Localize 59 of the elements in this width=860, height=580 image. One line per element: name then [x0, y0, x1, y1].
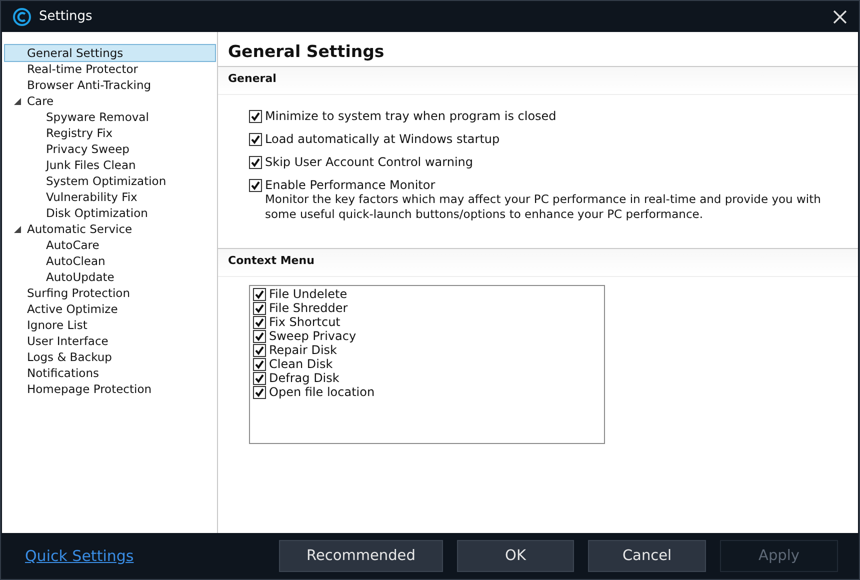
sidebar-item[interactable]: Spyware Removal — [4, 108, 216, 126]
checkbox[interactable] — [249, 110, 262, 122]
list-item-label: Fix Shortcut — [269, 315, 340, 329]
checkbox[interactable] — [253, 330, 266, 342]
list-item-label: Defrag Disk — [269, 371, 340, 385]
close-icon[interactable] — [833, 10, 847, 24]
sidebar-item[interactable]: User Interface — [4, 332, 216, 350]
sidebar-item[interactable]: AutoUpdate — [4, 268, 216, 286]
section-heading: General — [218, 67, 858, 95]
option-description: Monitor the key factors which may affect your PC performance in real-time and provide you with some useful quick-launch buttons/options to enhance your PC performance. — [265, 192, 822, 222]
checkbox[interactable] — [249, 178, 262, 192]
sidebar-item[interactable]: AutoCare — [4, 236, 216, 254]
sidebar-item[interactable]: Care — [4, 92, 216, 110]
sidebar-item[interactable]: Vulnerability Fix — [4, 188, 216, 206]
sidebar-item[interactable]: Registry Fix — [4, 124, 216, 142]
checkbox[interactable] — [249, 132, 262, 146]
option-label: Load automatically at Windows startup — [265, 132, 500, 146]
sidebar-item[interactable]: AutoClean — [4, 252, 216, 270]
sidebar-item[interactable]: Notifications — [4, 364, 216, 382]
sidebar-item[interactable]: General Settings — [4, 44, 216, 62]
list-item-label: Repair Disk — [269, 343, 338, 357]
expanded-triangle-icon[interactable] — [14, 98, 21, 105]
checkbox[interactable] — [253, 288, 266, 300]
window-title: Settings — [39, 9, 94, 24]
sidebar-item[interactable]: Automatic Service — [4, 220, 216, 238]
list-item-label: File Shredder — [269, 301, 348, 315]
expanded-triangle-icon[interactable] — [14, 226, 21, 233]
list-item-label: Clean Disk — [269, 357, 333, 371]
list-item-label: Open file location — [269, 385, 375, 399]
recommended-button[interactable]: Recommended — [279, 540, 443, 572]
checkbox[interactable] — [253, 344, 266, 356]
quick-settings-link[interactable]: Quick Settings — [25, 547, 265, 565]
list-item-label: File Undelete — [269, 287, 348, 301]
sidebar-item[interactable]: Privacy Sweep — [4, 140, 216, 158]
sidebar-item[interactable]: System Optimization — [4, 172, 216, 190]
sidebar-item[interactable]: Logs & Backup — [4, 348, 216, 366]
checkbox[interactable] — [253, 372, 266, 384]
option-label: Minimize to system tray when program is closed — [265, 109, 556, 123]
checkbox[interactable] — [253, 386, 266, 398]
option-label: Skip User Account Control warning — [265, 155, 474, 169]
app-logo-icon — [13, 8, 31, 26]
sidebar-item[interactable]: Homepage Protection — [4, 380, 216, 398]
option-label: Enable Performance Monitor — [265, 178, 436, 192]
checkbox[interactable] — [253, 316, 266, 328]
sidebar-item[interactable]: Ignore List — [4, 316, 216, 334]
page-title: General Settings — [227, 41, 386, 63]
sidebar-item[interactable]: Disk Optimization — [4, 204, 216, 222]
sidebar-item[interactable]: Junk Files Clean — [4, 156, 216, 174]
sidebar-item[interactable]: Surfing Protection — [4, 284, 216, 302]
sidebar-item[interactable]: Real-time Protector — [4, 60, 216, 78]
ok-button[interactable]: OK — [457, 540, 574, 572]
cancel-button[interactable]: Cancel — [588, 540, 706, 572]
sidebar-item[interactable]: Browser Anti-Tracking — [4, 76, 216, 94]
checkbox[interactable] — [253, 302, 266, 314]
sidebar-item[interactable]: Active Optimize — [4, 300, 216, 318]
checkbox[interactable] — [249, 156, 262, 168]
section-heading: Context Menu — [218, 249, 858, 277]
list-item-label: Sweep Privacy — [269, 329, 356, 343]
checkbox[interactable] — [253, 358, 266, 370]
